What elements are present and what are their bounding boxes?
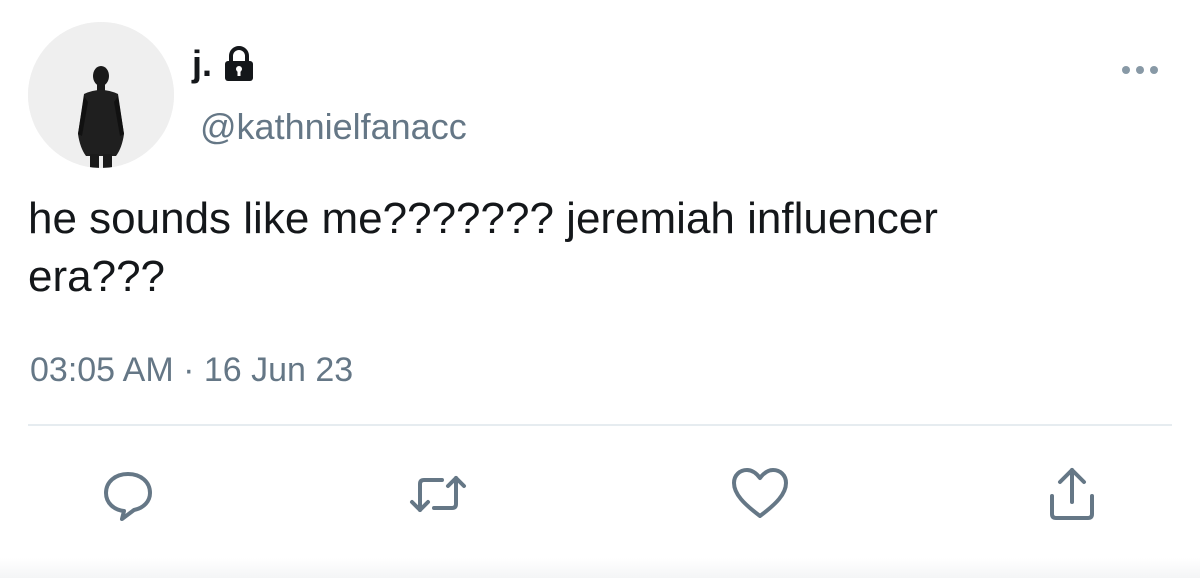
divider xyxy=(28,424,1172,426)
heart-icon xyxy=(732,468,788,518)
share-button[interactable] xyxy=(1040,462,1104,526)
avatar-person-silhouette-icon xyxy=(28,22,174,168)
bottom-edge xyxy=(0,558,1200,578)
tweet-text: he sounds like me??????? jeremiah influe… xyxy=(28,194,938,301)
tweet-timestamp[interactable]: 03:05 AM · 16 Jun 23 xyxy=(30,346,353,394)
tweet-card: j. @kathnielfanacc he sounds like me????… xyxy=(0,0,1200,578)
avatar[interactable] xyxy=(28,22,174,168)
lock-icon xyxy=(222,46,256,82)
more-options-icon[interactable] xyxy=(1116,58,1164,82)
like-button[interactable] xyxy=(728,462,792,526)
reply-icon xyxy=(104,472,152,521)
retweet-icon xyxy=(410,476,466,512)
retweet-button[interactable] xyxy=(406,462,470,526)
display-name-text: j. xyxy=(192,43,213,84)
user-handle[interactable]: @kathnielfanacc xyxy=(200,103,467,151)
reply-button[interactable] xyxy=(96,462,160,526)
share-icon xyxy=(1050,468,1094,520)
display-name[interactable]: j. xyxy=(192,40,256,88)
